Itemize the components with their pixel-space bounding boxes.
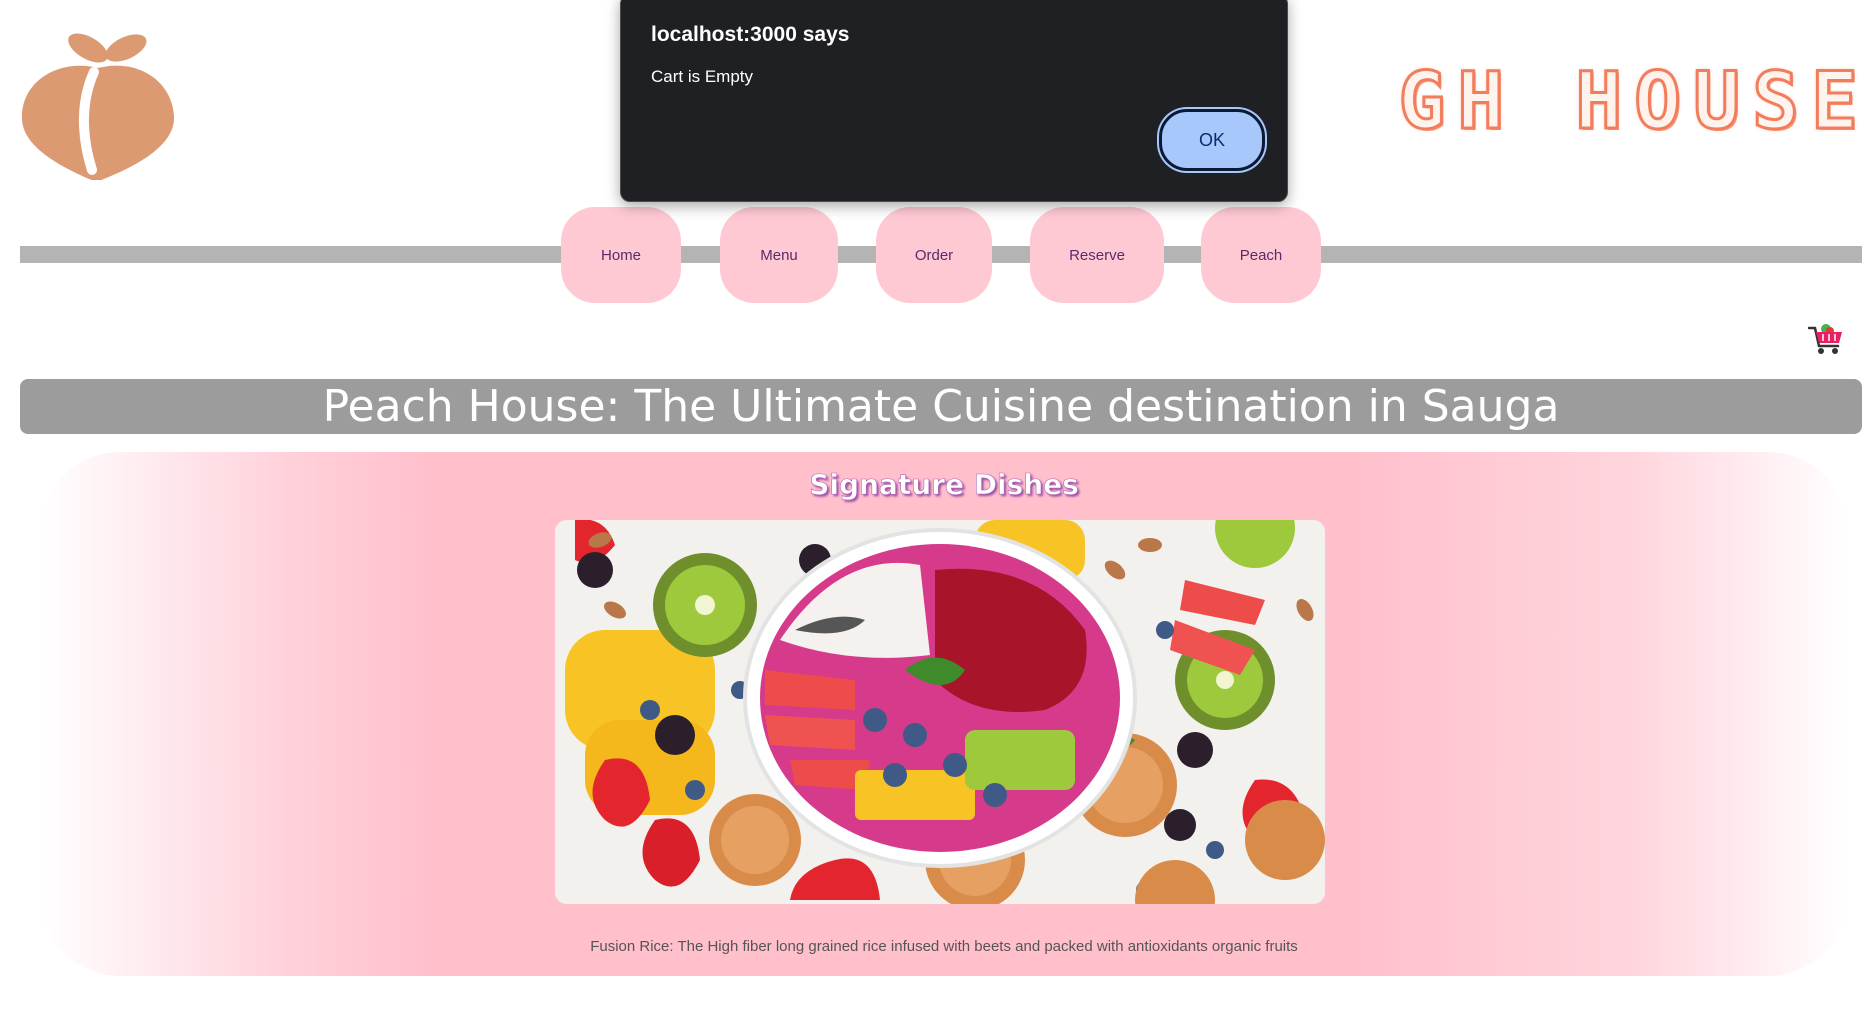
main-nav: Home Menu Order Reserve Peach [0,207,1875,303]
nav-order-label: Order [914,246,954,264]
brand-title-text: GH HOUSE [1397,56,1870,149]
fruit-bowl-photo [555,520,1325,904]
nav-peach-label: Peach [1239,246,1283,264]
nav-reserve-label: Reserve [1069,246,1125,264]
alert-ok-button[interactable]: OK [1159,109,1265,171]
nav-reserve-button[interactable]: Reserve [1030,207,1164,303]
nav-order-button[interactable]: Order [876,207,992,303]
alert-ok-label: OK [1198,129,1225,150]
signature-dishes-title: Signature Dishes [809,468,1079,502]
nav-home-button[interactable]: Home [561,207,681,303]
dish-caption: Fusion Rice: The High fiber long grained… [590,938,1298,955]
nav-menu-button[interactable]: Menu [720,207,838,303]
alert-title: localhost:3000 says [651,23,850,46]
headline-text: Peach House: The Ultimate Cuisine destin… [322,381,1560,432]
alert-message: Cart is Empty [651,67,754,86]
nav-home-label: Home [600,246,641,264]
shopping-cart-icon[interactable] [1807,322,1844,356]
nav-peach-button[interactable]: Peach [1201,207,1321,303]
nav-menu-label: Menu [760,246,798,264]
peach-logo [18,20,178,182]
signature-dishes-section: Signature Dishes Fusion Rice: The High f… [40,452,1848,976]
page-headline: Peach House: The Ultimate Cuisine destin… [20,379,1862,434]
alert-dialog: localhost:3000 says Cart is Empty OK [620,0,1288,202]
